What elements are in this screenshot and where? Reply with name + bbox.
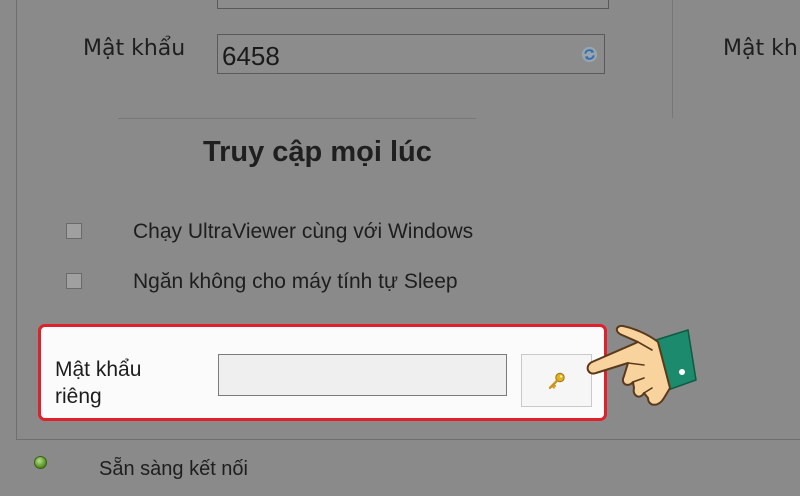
top-input-field[interactable] xyxy=(217,0,609,9)
section-title: Truy cập mọi lúc xyxy=(203,136,432,168)
option-label: Chạy UltraViewer cùng với Windows xyxy=(133,220,474,243)
key-icon xyxy=(548,372,565,389)
private-password-highlight: Mật khẩu riêng xyxy=(38,324,607,421)
checkbox[interactable] xyxy=(66,223,82,239)
horizontal-divider xyxy=(118,118,476,119)
private-password-input[interactable] xyxy=(218,354,507,396)
checkbox[interactable] xyxy=(66,273,82,289)
password-value: 6458 xyxy=(222,41,280,71)
status-indicator-icon xyxy=(34,456,47,469)
refresh-icon[interactable] xyxy=(581,46,598,63)
vertical-divider xyxy=(672,0,673,118)
private-password-label: Mật khẩu riêng xyxy=(55,358,142,408)
right-password-label: Mật kh xyxy=(723,36,798,61)
option-label: Ngăn không cho máy tính tự Sleep xyxy=(133,270,458,293)
status-text: Sẵn sàng kết nối xyxy=(99,458,248,480)
pointing-hand-icon xyxy=(586,324,697,406)
password-field[interactable]: 6458 xyxy=(217,34,605,74)
password-label: Mật khẩu xyxy=(83,36,186,61)
